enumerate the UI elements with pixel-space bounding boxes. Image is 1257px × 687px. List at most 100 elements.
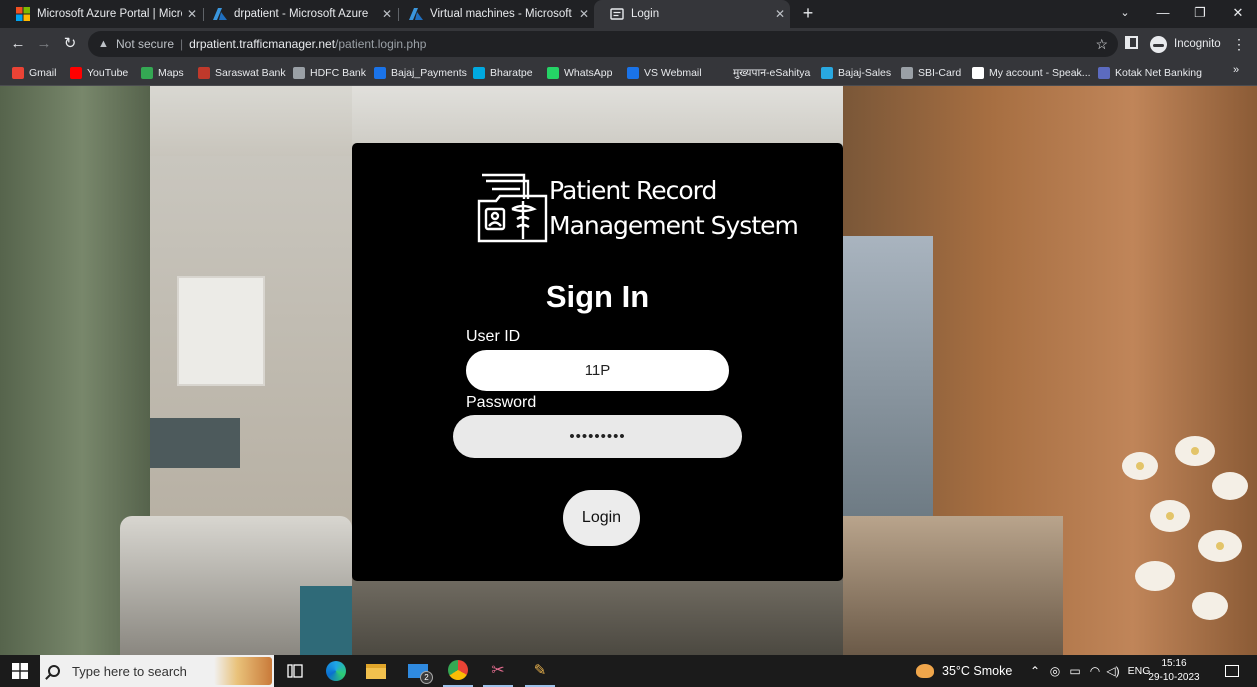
bookmark-my-account[interactable]: My account - Speak... [972,65,1091,81]
bookmark-label: My account - Speak... [989,67,1091,79]
warning-icon[interactable]: ▲ [98,38,112,50]
bookmark-saraswat-bank[interactable]: Saraswat Bank [198,65,286,81]
address-bar[interactable]: ▲ Not secure | drpatient.trafficmanager.… [88,31,1118,57]
taskbar-search[interactable]: Type here to search [40,655,274,687]
notifications-button[interactable] [1220,655,1244,687]
taskbar-clock[interactable]: 15:16 29-10-2023 [1147,657,1201,685]
tab-search-icon[interactable]: ⌄ [1106,0,1144,28]
snipping-tool-button[interactable]: ✂ [483,655,513,687]
bookmark-maps[interactable]: Maps [141,65,184,81]
floor-area [352,581,843,655]
reload-button[interactable]: ↻ [60,34,80,54]
file-explorer-button[interactable] [363,655,389,687]
incognito-icon [1150,35,1167,53]
azure-icon [409,8,423,20]
bharatpe-icon [473,67,485,79]
bench [843,516,1063,655]
youtube-icon [70,67,82,79]
bookmark-gmail[interactable]: Gmail [12,65,56,81]
task-view-button[interactable] [282,655,308,687]
bookmark-label: WhatsApp [564,67,613,79]
meet-now-icon[interactable]: ◎ [1047,655,1063,687]
wall-art [177,276,265,386]
bookmark-star-icon[interactable]: ☆ [1095,36,1108,53]
bookmark-bharatpe[interactable]: Bharatpe [473,65,533,81]
page-icon [610,8,624,20]
show-hidden-icons-chevron-icon[interactable]: ⌃ [1028,655,1042,687]
search-placeholder: Type here to search [72,663,187,679]
maximize-button[interactable]: ❐ [1181,0,1219,28]
windows-start-button[interactable] [6,655,34,687]
paint-app-button[interactable]: ✎ [525,655,555,687]
bookmark-label: मुख्यपान-eSahitya [733,67,811,79]
azure-icon [213,8,227,20]
bookmark-bajaj-payments[interactable]: Bajaj_Payments [374,65,467,81]
account-icon [972,67,984,79]
bookmark-vs-webmail[interactable]: VS Webmail [627,65,702,81]
bookmark-youtube[interactable]: YouTube [70,65,128,81]
more-bookmarks-icon[interactable]: » [1233,64,1239,76]
tab-drpatient[interactable]: drpatient - Microsoft Azure ✕ [197,0,397,28]
search-icon [48,665,60,677]
saraswat-icon [198,67,210,79]
close-icon[interactable]: ✕ [574,7,594,21]
page-icon [716,67,728,79]
browser-toolbar: ← → ↻ ▲ Not secure | drpatient.trafficma… [0,28,1257,60]
paint-icon: ✎ [533,662,547,679]
edge-icon [326,661,346,681]
bookmark-sbi-card[interactable]: SBI-Card [901,65,961,81]
tab-login[interactable]: Login ✕ [594,0,790,28]
patient-folder-icon [477,173,548,243]
minimize-button[interactable]: — [1144,0,1182,28]
task-view-icon [287,664,303,678]
mail-app-button[interactable]: 2 [404,655,433,687]
scissors-icon: ✂ [491,662,505,679]
forward-button[interactable]: → [34,34,54,54]
close-icon[interactable]: ✕ [770,7,790,21]
menu-icon[interactable]: ⋮ [1232,34,1246,54]
bookmark-kotak[interactable]: Kotak Net Banking [1098,65,1202,81]
address-divider: | [180,37,184,51]
tab-title: Microsoft Azure Portal | Microso [37,8,182,20]
tab-virtual-machines[interactable]: Virtual machines - Microsoft Azu ✕ [393,0,594,28]
medical-panel [150,418,240,468]
weather-text: 35°C Smoke [942,664,1013,678]
wifi-icon[interactable]: ◠ [1087,655,1103,687]
volume-icon[interactable]: ◁) [1105,655,1121,687]
window [843,236,933,516]
back-button[interactable]: ← [8,34,28,54]
battery-icon[interactable]: ▭ [1067,655,1083,687]
bookmark-esahitya[interactable]: मुख्यपान-eSahitya [716,65,810,81]
incognito-profile[interactable]: Incognito [1150,33,1221,55]
bookmark-whatsapp[interactable]: WhatsApp [547,65,612,81]
user-id-label: User ID [466,328,521,345]
url-host: drpatient.trafficmanager.net [189,37,336,51]
bookmark-label: SBI-Card [918,67,962,79]
microsoft-icon [16,7,30,21]
user-id-input[interactable] [465,349,730,392]
side-panel-icon[interactable] [1125,36,1138,49]
edge-app-button[interactable] [323,655,349,687]
close-window-button[interactable]: ✕ [1219,0,1257,28]
clock-date: 29-10-2023 [1148,672,1200,683]
login-button[interactable]: Login [563,490,640,546]
weather-widget[interactable]: 35°C Smoke [916,655,1016,687]
cloud-icon [821,67,833,79]
password-input[interactable] [453,415,742,458]
security-status[interactable]: Not secure [116,37,174,51]
chrome-app-button[interactable] [443,655,473,687]
tab-title: Virtual machines - Microsoft Azu [430,8,574,20]
windows-icon [12,663,28,679]
tab-azure-portal[interactable]: Microsoft Azure Portal | Microso ✕ [0,0,202,28]
webmail-icon [627,67,639,79]
bookmark-label: YouTube [87,67,129,79]
tab-title: drpatient - Microsoft Azure [234,8,369,20]
search-highlight-image [214,657,272,685]
new-tab-button[interactable]: + [798,3,818,23]
bookmark-hdfc-bank[interactable]: HDFC Bank [293,65,366,81]
password-label: Password [466,394,537,411]
whatsapp-icon [547,67,559,79]
windows-taskbar: Type here to search 2 ✂ ✎ 35°C Smoke ⌃ ◎… [0,655,1257,687]
profile-label: Incognito [1174,38,1221,50]
bookmark-bajaj-sales[interactable]: Bajaj-Sales [821,65,891,81]
